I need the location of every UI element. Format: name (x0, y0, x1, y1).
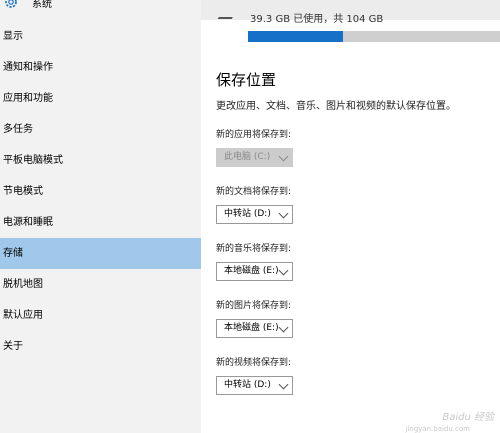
section-title: 保存位置 (216, 71, 277, 89)
sidebar-item-multitasking[interactable]: 多任务 (0, 114, 201, 145)
documents-save-dropdown[interactable]: 中转站 (D:) (216, 205, 293, 224)
watermark: Baidu 经验 (442, 412, 494, 423)
chevron-down-icon (278, 151, 289, 162)
section-description: 更改应用、文档、音乐、图片和视频的默认保存位置。 (216, 101, 456, 112)
sidebar: 系统 显示 通知和操作 应用和功能 多任务 平板电脑模式 节电模式 电源和睡眠 … (0, 0, 201, 433)
sidebar-item-tablet-mode[interactable]: 平板电脑模式 (0, 145, 201, 176)
sidebar-header: 系统 (0, 0, 201, 14)
sidebar-item-about[interactable]: 关于 (0, 331, 201, 362)
music-save-value: 本地磁盘 (E:) (224, 266, 279, 276)
apps-save-dropdown: 此电脑 (C:) (216, 148, 293, 167)
sidebar-item-battery-saver[interactable]: 节电模式 (0, 176, 201, 207)
pictures-save-dropdown[interactable]: 本地磁盘 (E:) (216, 319, 293, 338)
sidebar-item-offline-maps[interactable]: 脱机地图 (0, 269, 201, 300)
music-save-dropdown[interactable]: 本地磁盘 (E:) (216, 262, 293, 281)
chevron-down-icon (278, 265, 289, 276)
chevron-down-icon (278, 379, 289, 390)
sidebar-item-display[interactable]: 显示 (0, 21, 201, 52)
chevron-down-icon (278, 322, 289, 333)
watermark-url: jingyan.baidu.com (405, 425, 470, 433)
main-content: 39.3 GB 已使用，共 104 GB 保存位置 更改应用、文档、音乐、图片和… (201, 0, 500, 433)
pictures-save-label: 新的图片将保存到: (216, 301, 292, 311)
storage-usage-bar (248, 31, 500, 42)
videos-save-label: 新的视频将保存到: (216, 358, 292, 368)
videos-save-value: 中转站 (D:) (224, 380, 271, 390)
apps-save-label: 新的应用将保存到: (216, 130, 292, 140)
chevron-down-icon (278, 208, 289, 219)
storage-usage-bar-fill (248, 31, 344, 42)
pictures-save-value: 本地磁盘 (E:) (224, 323, 279, 333)
documents-save-value: 中转站 (D:) (224, 209, 271, 219)
documents-save-label: 新的文档将保存到: (216, 187, 292, 197)
storage-usage-text: 39.3 GB 已使用，共 104 GB (250, 14, 384, 25)
sidebar-item-default-apps[interactable]: 默认应用 (0, 300, 201, 331)
apps-save-value: 此电脑 (C:) (224, 152, 271, 162)
sidebar-item-power-sleep[interactable]: 电源和睡眠 (0, 207, 201, 238)
gear-icon (5, 0, 17, 8)
sidebar-item-apps-features[interactable]: 应用和功能 (0, 83, 201, 114)
window-title: 系统 (32, 0, 52, 10)
sidebar-item-notifications[interactable]: 通知和操作 (0, 52, 201, 83)
videos-save-dropdown[interactable]: 中转站 (D:) (216, 376, 293, 395)
sidebar-item-storage[interactable]: 存储 (0, 238, 201, 269)
music-save-label: 新的音乐将保存到: (216, 244, 292, 254)
